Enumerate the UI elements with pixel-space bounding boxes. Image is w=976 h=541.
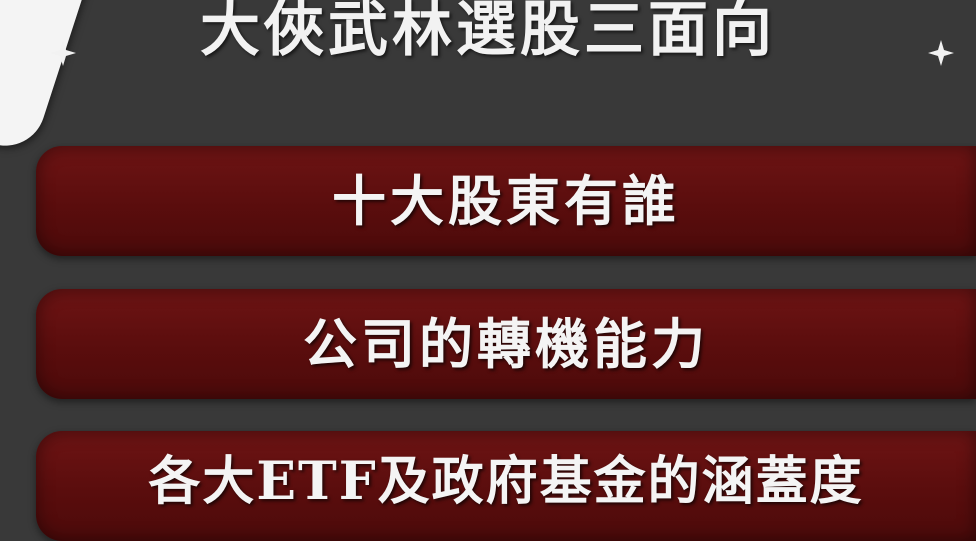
item-pill-turnaround: 公司的轉機能力 [36,289,976,399]
page-title: 大俠武林選股三面向 [200,0,776,65]
item-label: 各大ETF及政府基金的涵蓋度 [148,451,864,512]
item-pill-shareholders: 十大股東有誰 [36,146,976,256]
sparkle-icon [50,40,76,66]
item-label: 十大股東有誰 [332,169,680,233]
title-row: 大俠武林選股三面向 [0,0,976,100]
sparkle-icon [928,40,954,66]
item-pill-etf-coverage: 各大ETF及政府基金的涵蓋度 [36,431,976,541]
item-label: 公司的轉機能力 [303,312,709,376]
